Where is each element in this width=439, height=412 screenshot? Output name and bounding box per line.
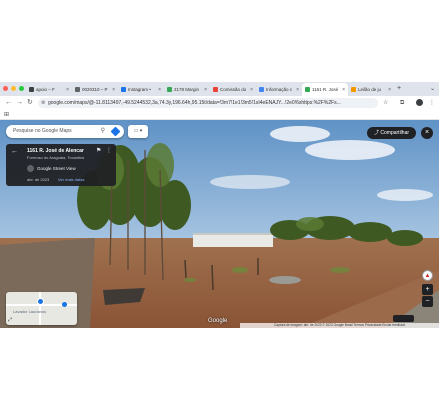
tab-strip: apoio – F × 0020310 – P × Instagram • × 2178 M… [0,82,439,96]
tab-label: Comissão do [220,87,247,92]
fullscreen-toggle[interactable] [393,315,414,322]
minimap[interactable]: Lavador Laurianos ⤢ [6,292,77,325]
zoom-in-button[interactable]: + [422,284,433,295]
location-subtitle: Formoso do Araguaia, Tocantins [27,155,85,160]
close-tab-icon[interactable]: × [296,87,299,93]
browser-tab[interactable]: apoio – F × [26,83,72,96]
back-button[interactable]: ← [5,98,12,108]
zoom-out-button[interactable]: − [422,296,433,307]
see-more-dates-link[interactable]: Ver mais datas [58,177,84,182]
close-tab-icon[interactable]: × [388,87,391,93]
streetview-source: Google Street View [27,165,76,172]
tab-label: 0020310 – P [82,87,108,92]
minimize-window-button[interactable] [11,86,16,91]
tab-search-icon[interactable]: ⌄ [430,85,435,92]
place-marker-icon [62,302,67,307]
close-tab-icon[interactable]: × [250,87,253,93]
capture-date: abr. de 2023 [27,177,50,182]
tab-favicon-icon [29,87,34,92]
compass-icon[interactable]: ▲ [422,270,433,281]
browser-tab[interactable]: 1161 R. José × [302,83,348,96]
tab-label: apoio – F [36,87,55,92]
new-tab-button[interactable]: + [397,83,401,96]
browser-tab[interactable]: Comissão do × [210,83,256,96]
tab-favicon-icon [167,87,172,92]
tab-favicon-icon [351,87,356,92]
tab-label: 2178 Margin [174,87,200,92]
tab-label: Instagram • [128,87,151,92]
browser-toolbar: ← → ↻ ⊜ google.com/maps/@-11.8113497,-49… [0,96,439,110]
street-view[interactable]: Pesquise no Google Maps ⚲ ▭ ▾ ⤴ Comparti… [0,120,439,328]
expand-map-icon[interactable]: ⤢ [8,317,12,323]
forward-button[interactable]: → [16,98,23,108]
minimap-place-label: Lavador Laurianos [13,309,47,314]
view-controls: ▲ + − [422,270,433,308]
extensions-icon[interactable]: ⧉ [400,99,404,107]
share-label: Compartilhar [380,130,410,136]
browser-tab[interactable]: Leilão de ju × [348,83,394,96]
share-icon: ⤴ [373,130,379,136]
location-title: 1161 R. José de Alencar [27,148,84,154]
window-controls [3,86,24,91]
close-tab-icon[interactable]: × [66,87,69,93]
back-arrow-icon[interactable]: ← [11,148,18,155]
address-bar[interactable]: ⊜ google.com/maps/@-11.8113497,-49.52445… [38,98,378,108]
search-box[interactable]: Pesquise no Google Maps ⚲ [6,125,124,138]
apps-grid-icon[interactable]: ⊞ [4,111,9,118]
tab-favicon-icon [259,87,264,92]
attribution-footer: Captura de imagem: abr. de 2023 © 2023 G… [240,323,439,328]
browser-window: apoio – F × 0020310 – P × Instagram • × 2178 M… [0,82,439,328]
profile-avatar[interactable] [416,99,423,106]
map-pin-icon[interactable]: ⚑ [96,147,101,154]
browser-tab[interactable]: 0020310 – P × [72,83,118,96]
search-input[interactable]: Pesquise no Google Maps [13,128,72,134]
browser-tab[interactable]: Informação c × [256,83,302,96]
photos-filter-button[interactable]: ▭ ▾ [128,125,148,138]
more-options-icon[interactable]: ⋮ [106,147,112,154]
tab-label: 1161 R. José [312,87,339,92]
share-button[interactable]: ⤴ Compartilhar [367,127,416,139]
close-window-button[interactable] [3,86,8,91]
directions-icon[interactable] [110,126,121,137]
close-tab-icon[interactable]: × [204,87,207,93]
tab-favicon-icon [213,87,218,92]
tab-label: Informação c [266,87,293,92]
location-info-card: ← 1161 R. José de Alencar Formoso do Ara… [6,144,116,186]
close-tab-icon[interactable]: × [112,87,115,93]
current-location-marker [37,298,44,305]
tabs: apoio – F × 0020310 – P × Instagram • × 2178 M… [26,83,401,96]
browser-tab[interactable]: Instagram • × [118,83,164,96]
close-tab-icon[interactable]: × [342,87,345,93]
close-streetview-button[interactable]: × [421,127,433,139]
maximize-window-button[interactable] [19,86,24,91]
site-info-icon[interactable]: ⊜ [41,98,45,108]
tab-favicon-icon [305,87,310,92]
search-icon[interactable]: ⚲ [101,125,105,138]
browser-menu-icon[interactable]: ⋮ [429,99,435,107]
browser-tab[interactable]: 2178 Margin × [164,83,210,96]
bookmark-star-icon[interactable]: ☆ [383,99,388,107]
streetview-icon [27,165,34,172]
streetview-label: Google Street View [37,166,76,171]
tab-favicon-icon [75,87,80,92]
tab-favicon-icon [121,87,126,92]
close-tab-icon[interactable]: × [158,87,161,93]
url-text: google.com/maps/@-11.8113497,-49.5244532… [48,100,341,106]
tab-label: Leilão de ju [358,87,382,92]
reload-button[interactable]: ↻ [27,98,33,108]
google-logo: Google [208,318,228,324]
bookmarks-bar: ⊞ [0,110,439,120]
